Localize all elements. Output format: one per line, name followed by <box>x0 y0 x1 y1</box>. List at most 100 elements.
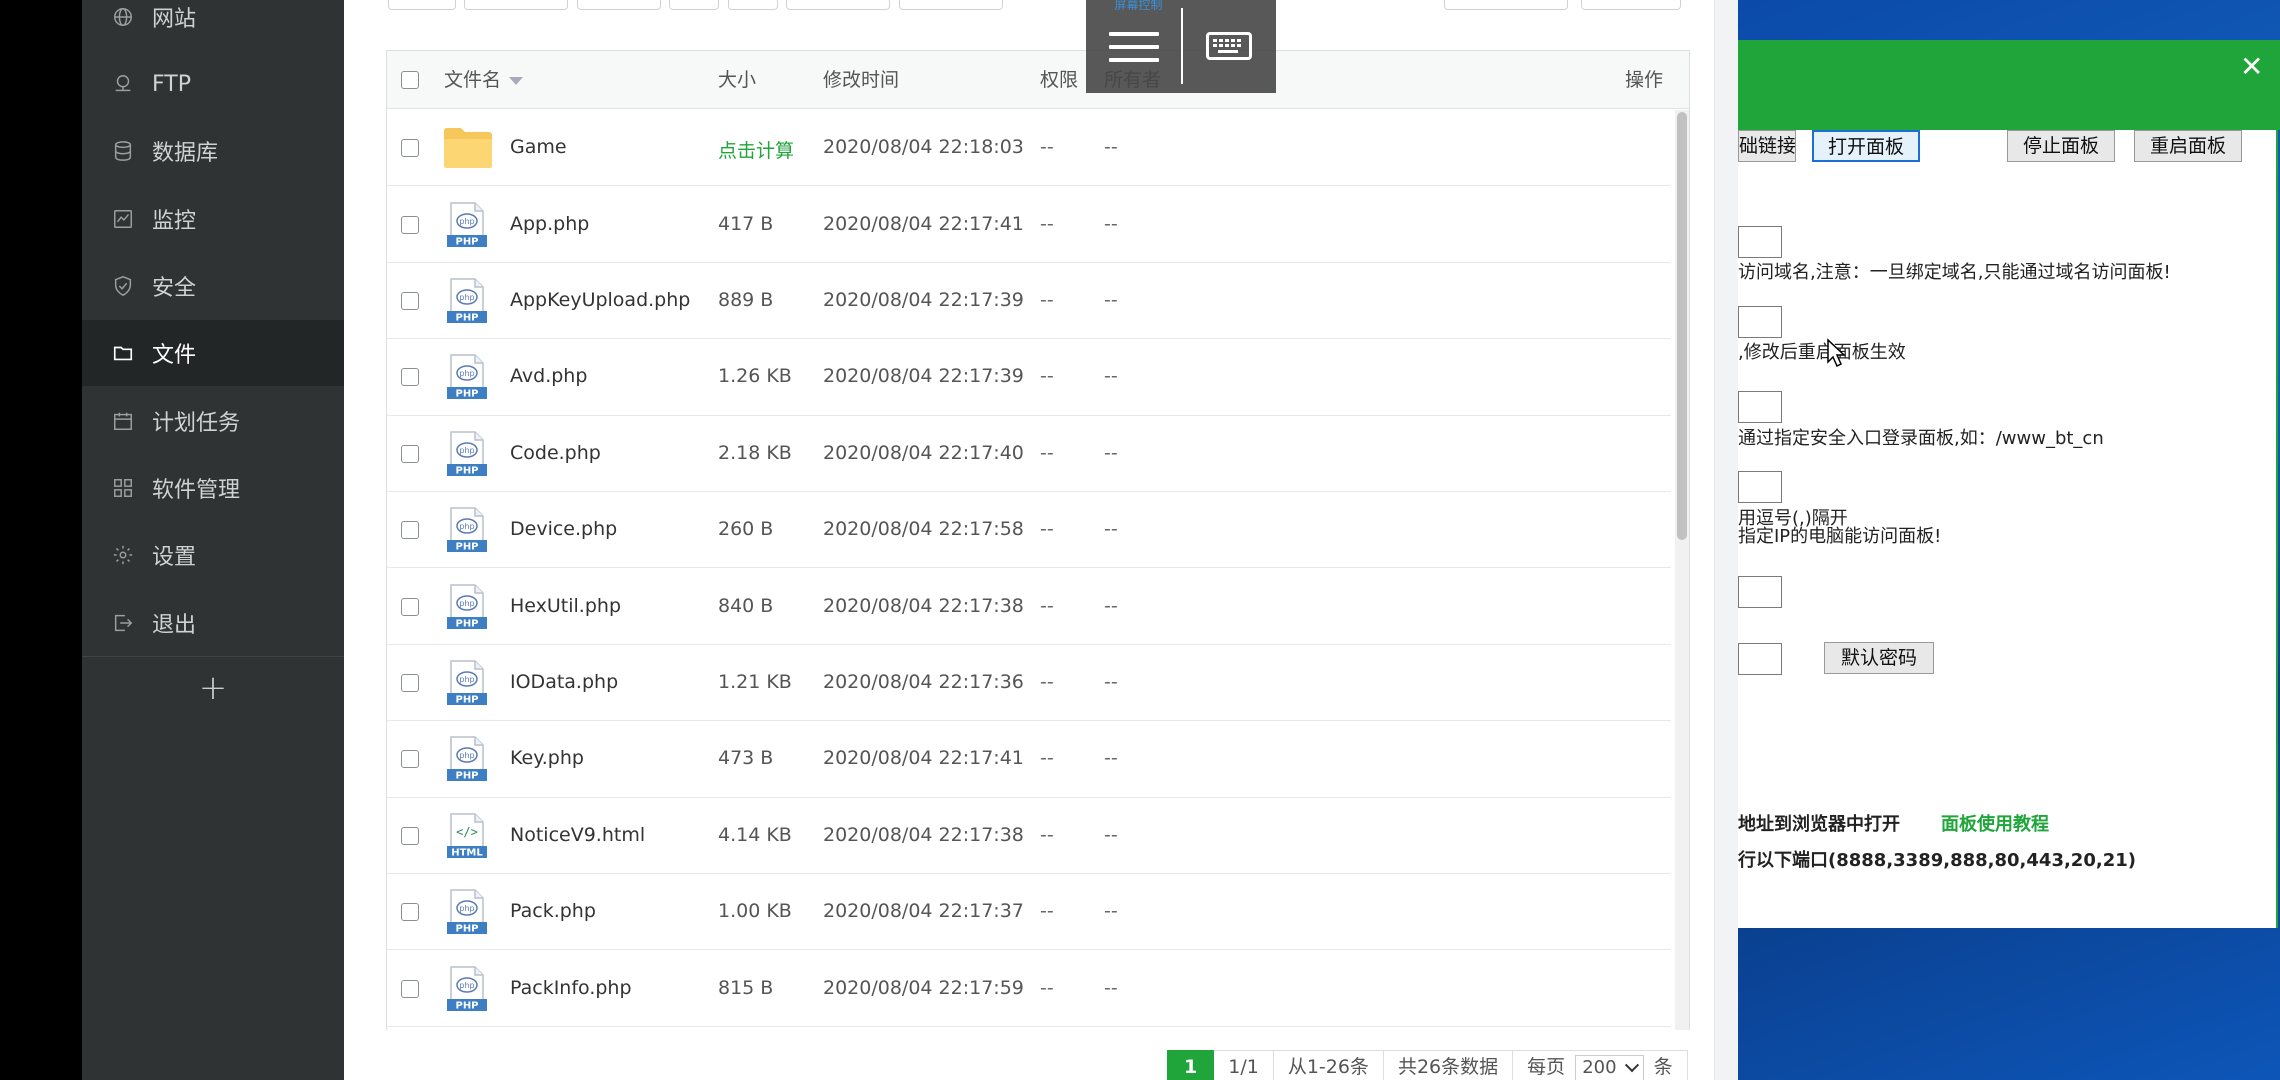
ip-input[interactable] <box>1738 471 1782 503</box>
file-row[interactable]: php PHP Avd.php 1.26 KB 2020/08/04 22:17:39-… <box>387 339 1671 416</box>
apps-icon <box>112 477 134 499</box>
file-owner: -- <box>1104 136 1118 159</box>
tutorial-link[interactable]: 面板使用教程 <box>1941 810 2049 836</box>
file-row[interactable]: php PHP HexUtil.php 840 B 2020/08/04 22:17:3… <box>387 568 1671 645</box>
header-name[interactable]: 文件名 <box>444 51 524 109</box>
sidebar-item[interactable]: 监控 <box>82 186 344 252</box>
file-name[interactable]: PackInfo.php <box>510 977 632 999</box>
default-password-button[interactable]: 默认密码 <box>1824 642 1934 674</box>
file-row[interactable]: php PHP Device.php 260 B 2020/08/04 22:17:58… <box>387 492 1671 569</box>
select-all-checkbox[interactable] <box>401 71 419 89</box>
file-name[interactable]: Avd.php <box>510 365 587 387</box>
file-row[interactable]: </> HTML NoticeV9.html 4.14 KB 2020/08/04 22… <box>387 798 1671 874</box>
file-row[interactable]: php PHP PackInfo.php 815 B 2020/08/04 22:17:… <box>387 950 1671 1027</box>
svg-text:PHP: PHP <box>455 771 478 782</box>
domain-input[interactable] <box>1738 226 1782 258</box>
panel-gutter <box>1714 0 1738 1080</box>
toolbar-button[interactable] <box>464 0 568 10</box>
svg-text:</>: </> <box>456 825 478 839</box>
toolbar-button[interactable] <box>388 0 456 10</box>
toolbar-button[interactable] <box>786 0 890 10</box>
file-row[interactable]: php PHP Pack.php 1.00 KB 2020/08/04 22:17:37… <box>387 874 1671 951</box>
toolbar-button[interactable] <box>669 0 719 10</box>
header-size[interactable]: 大小 <box>718 51 756 109</box>
sidebar-item[interactable]: 软件管理 <box>82 455 344 521</box>
row-checkbox[interactable] <box>401 521 419 540</box>
page-total: 共26条数据 <box>1383 1050 1514 1080</box>
sidebar-item[interactable]: 文件 <box>82 320 344 386</box>
row-checkbox[interactable] <box>401 903 419 922</box>
file-name[interactable]: AppKeyUpload.php <box>510 289 690 311</box>
sidebar-item-label: 计划任务 <box>152 411 241 436</box>
link-button[interactable]: 础链接 <box>1738 130 1796 162</box>
file-mtime: 2020/08/04 22:18:03 <box>823 136 1024 159</box>
row-checkbox[interactable] <box>401 215 419 234</box>
file-name[interactable]: App.php <box>510 213 589 235</box>
file-permission: -- <box>1040 747 1054 770</box>
path-search-input[interactable] <box>1444 0 1568 10</box>
row-checkbox[interactable] <box>401 597 419 616</box>
add-nav-button[interactable]: + <box>82 658 344 718</box>
stop-panel-button[interactable]: 停止面板 <box>2007 130 2115 162</box>
file-size: 889 B <box>718 288 774 311</box>
row-checkbox[interactable] <box>401 750 419 769</box>
file-row[interactable]: Game 点击计算 2020/08/04 22:18:03 -- -- <box>387 110 1671 187</box>
close-icon[interactable]: ✕ <box>2240 50 2263 83</box>
port-input[interactable] <box>1738 306 1782 338</box>
view-toggle[interactable] <box>1581 0 1681 10</box>
php-file-icon: php PHP <box>447 278 487 323</box>
file-row[interactable]: php PHP App.php 417 B 2020/08/04 22:17:41 -- -… <box>387 186 1671 263</box>
toolbar-button[interactable] <box>577 0 661 10</box>
calculate-size-link[interactable]: 点击计算 <box>718 136 794 163</box>
toolbar-button[interactable] <box>899 0 1003 10</box>
php-file-icon: php PHP <box>447 965 487 1011</box>
sidebar-item-label: 网站 <box>152 7 197 32</box>
file-row[interactable]: php PHP Code.php 2.18 KB 2020/08/04 22:17:40… <box>387 416 1671 492</box>
sidebar-item[interactable]: 数据库 <box>82 118 344 184</box>
file-size: 417 B <box>718 212 774 235</box>
sidebar-item[interactable]: 安全 <box>82 253 344 319</box>
scrollbar-thumb[interactable] <box>1677 112 1687 540</box>
toolbar-button[interactable] <box>728 0 778 10</box>
file-name[interactable]: NoticeV9.html <box>510 824 645 846</box>
row-checkbox[interactable] <box>401 979 419 998</box>
php-file-icon: php PHP <box>447 660 487 705</box>
row-checkbox[interactable] <box>401 826 419 845</box>
menu-icon[interactable] <box>1109 32 1159 71</box>
file-name[interactable]: Game <box>510 136 567 158</box>
file-row[interactable]: php PHP IOData.php 1.21 KB 2020/08/04 22:17:… <box>387 645 1671 722</box>
file-name[interactable]: Key.php <box>510 747 584 769</box>
file-name[interactable]: Device.php <box>510 518 617 540</box>
row-checkbox[interactable] <box>401 139 419 158</box>
sidebar-item[interactable]: FTP <box>82 51 344 117</box>
username-input[interactable] <box>1738 576 1782 608</box>
page-count: 1/1 <box>1214 1050 1274 1080</box>
row-checkbox[interactable] <box>401 368 419 387</box>
page-current[interactable]: 1 <box>1167 1050 1215 1080</box>
sidebar-item[interactable]: 计划任务 <box>82 388 344 454</box>
restart-panel-button[interactable]: 重启面板 <box>2134 130 2242 162</box>
keyboard-icon[interactable] <box>1206 32 1252 60</box>
sidebar-item[interactable]: 网站 <box>82 0 344 50</box>
entry-input[interactable] <box>1738 391 1782 423</box>
open-panel-button[interactable]: 打开面板 <box>1812 130 1920 162</box>
file-name[interactable]: HexUtil.php <box>510 595 621 617</box>
row-checkbox[interactable] <box>401 444 419 463</box>
password-input[interactable] <box>1738 643 1782 675</box>
file-permission: -- <box>1040 900 1054 923</box>
svg-text:HTML: HTML <box>451 847 483 858</box>
file-name[interactable]: Pack.php <box>510 900 596 922</box>
per-page-select[interactable]: 200 <box>1575 1054 1644 1080</box>
table-header: 文件名 大小 修改时间 权限 所有者 操作 <box>387 51 1689 109</box>
file-name[interactable]: IOData.php <box>510 671 618 693</box>
file-name[interactable]: Code.php <box>510 442 601 464</box>
ports-note: 行以下端口(8888,3389,888,80,443,20,21) <box>1738 850 2136 871</box>
file-row[interactable]: php PHP AppKeyUpload.php 889 B 2020/08/04 22… <box>387 263 1671 340</box>
file-row[interactable]: php PHP Key.php 473 B 2020/08/04 22:17:41 -- -… <box>387 721 1671 798</box>
row-checkbox[interactable] <box>401 291 419 310</box>
sidebar-item[interactable]: 退出 <box>82 590 344 656</box>
row-checkbox[interactable] <box>401 673 419 692</box>
per-page: 每页 200 条 <box>1513 1050 1688 1080</box>
sidebar-item[interactable]: 设置 <box>82 522 344 588</box>
header-mtime[interactable]: 修改时间 <box>823 51 899 109</box>
